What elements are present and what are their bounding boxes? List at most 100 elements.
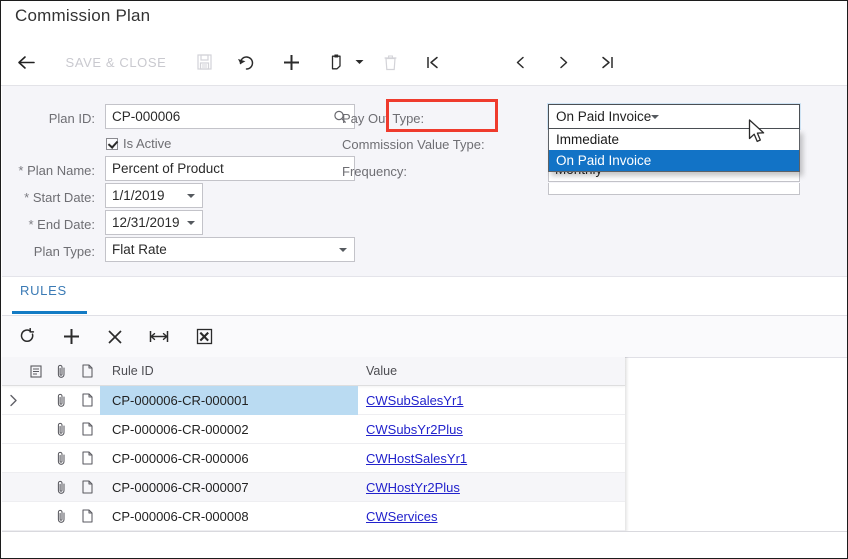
plus-icon: [62, 327, 81, 346]
pay-out-type-label: Pay Out Type:: [342, 111, 425, 126]
grid-add-row-button[interactable]: [54, 316, 88, 357]
required-marker: *: [18, 163, 24, 178]
plan-name-input[interactable]: Percent of Product: [105, 156, 355, 181]
grid-header-rule-id[interactable]: Rule ID: [100, 357, 358, 385]
row-expand-spacer: [2, 444, 24, 472]
end-date-label-text: End Date:: [37, 217, 95, 232]
save-and-close-button[interactable]: SAVE & CLOSE: [51, 39, 181, 85]
value-link[interactable]: CWSubsYr2Plus: [366, 422, 463, 437]
notes-icon[interactable]: [24, 357, 48, 385]
tab-rules[interactable]: RULES: [20, 283, 67, 298]
value-link[interactable]: CWServices: [366, 509, 438, 524]
back-button[interactable]: [9, 39, 43, 85]
cell-rule-id[interactable]: CP-000006-CR-000001: [100, 385, 358, 415]
undo-button[interactable]: [229, 39, 263, 85]
save-and-close-label: SAVE & CLOSE: [65, 54, 167, 70]
table-row[interactable]: CP-000006-CR-000002 CWSubsYr2Plus: [2, 415, 625, 444]
plan-name-value: Percent of Product: [112, 161, 224, 176]
table-row[interactable]: CP-000006-CR-000006 CWHostSalesYr1: [2, 444, 625, 473]
table-row[interactable]: CP-000006-CR-000001 CWSubSalesYr1: [2, 385, 625, 415]
grid-right-shadow: [625, 357, 629, 531]
file-icon[interactable]: [74, 357, 100, 385]
value-link[interactable]: CWHostYr2Plus: [366, 480, 460, 495]
row-expand-spacer: [2, 502, 24, 530]
cell-rule-id[interactable]: CP-000006-CR-000002: [100, 415, 358, 443]
row-notes-spacer: [24, 415, 48, 443]
row-notes-spacer: [24, 444, 48, 472]
first-record-button[interactable]: [415, 39, 449, 85]
plan-type-select[interactable]: Flat Rate: [105, 237, 355, 262]
plan-id-input[interactable]: CP-000006: [105, 104, 355, 129]
grid-fit-columns-button[interactable]: [142, 316, 176, 357]
file-icon[interactable]: [74, 386, 100, 414]
commission-value-type-select[interactable]: [548, 183, 800, 195]
row-expand-button[interactable]: [2, 386, 24, 414]
row-expand-spacer: [2, 415, 24, 443]
commission-value-type-label: Commission Value Type:: [342, 137, 485, 152]
paperclip-icon[interactable]: [48, 357, 74, 385]
paperclip-icon[interactable]: [48, 386, 74, 414]
file-icon[interactable]: [74, 473, 100, 501]
row-notes-spacer: [24, 386, 48, 414]
chevron-down-icon[interactable]: [339, 247, 347, 252]
cell-value[interactable]: CWSubsYr2Plus: [358, 415, 623, 443]
cell-value[interactable]: CWHostYr2Plus: [358, 473, 623, 501]
cell-value[interactable]: CWServices: [358, 502, 623, 530]
cell-rule-id[interactable]: CP-000006-CR-000007: [100, 473, 358, 501]
frequency-label: Frequency:: [342, 164, 408, 179]
table-row[interactable]: CP-000006-CR-000008 CWServices: [2, 502, 625, 531]
undo-icon: [237, 54, 256, 71]
grid-export-to-excel-button[interactable]: [187, 316, 221, 357]
cell-value[interactable]: CWHostSalesYr1: [358, 444, 623, 472]
grid-header-value[interactable]: Value: [358, 357, 623, 385]
trash-icon: [383, 54, 398, 71]
end-date-input[interactable]: 12/31/2019: [105, 210, 203, 235]
plan-id-label: Plan ID:: [48, 111, 95, 126]
delete-record-button[interactable]: [373, 39, 407, 85]
table-row[interactable]: CP-000006-CR-000007 CWHostYr2Plus: [2, 473, 625, 502]
previous-record-icon: [513, 55, 528, 70]
rules-grid: Rule ID Value CP-000006-CR-000001 CWSubS…: [2, 357, 625, 531]
plan-type-label: Plan Type:: [33, 244, 95, 259]
chevron-down-icon[interactable]: [651, 114, 660, 119]
file-icon[interactable]: [74, 502, 100, 530]
chevron-down-icon[interactable]: [187, 220, 195, 225]
chevron-down-icon[interactable]: [187, 193, 195, 198]
last-record-button[interactable]: [590, 39, 624, 85]
checkbox-check-icon: [106, 137, 118, 150]
dropdown-option-on-paid-invoice[interactable]: On Paid Invoice: [549, 150, 799, 171]
save-button[interactable]: [187, 39, 221, 85]
value-link[interactable]: CWHostSalesYr1: [366, 451, 467, 466]
grid-delete-row-button[interactable]: [98, 316, 132, 357]
cell-value[interactable]: CWSubSalesYr1: [358, 386, 623, 414]
paperclip-icon[interactable]: [48, 444, 74, 472]
close-x-icon: [107, 329, 123, 345]
mouse-cursor: [748, 119, 766, 145]
next-record-button[interactable]: [546, 39, 580, 85]
paperclip-icon[interactable]: [48, 502, 74, 530]
cell-rule-id[interactable]: CP-000006-CR-000008: [100, 502, 358, 530]
paperclip-icon[interactable]: [48, 473, 74, 501]
paperclip-icon[interactable]: [48, 415, 74, 443]
tab-active-indicator: [12, 311, 87, 314]
add-new-record-button[interactable]: [273, 39, 309, 85]
grid-refresh-button[interactable]: [10, 316, 44, 357]
form-toolbar: SAVE & CLOSE: [1, 39, 847, 86]
required-marker: *: [28, 217, 34, 232]
last-record-icon: [600, 55, 615, 70]
value-link[interactable]: CWSubSalesYr1: [366, 393, 464, 408]
file-icon[interactable]: [74, 444, 100, 472]
clipboard-icon: [330, 53, 344, 71]
start-date-input[interactable]: 1/1/2019: [105, 183, 203, 208]
start-date-value: 1/1/2019: [112, 188, 165, 203]
copy-record-dropdown-button[interactable]: [349, 39, 369, 85]
start-date-label-text: Start Date:: [32, 190, 95, 205]
copy-record-button[interactable]: [323, 39, 351, 85]
file-icon[interactable]: [74, 415, 100, 443]
cell-rule-id[interactable]: CP-000006-CR-000006: [100, 444, 358, 472]
refresh-icon: [19, 328, 36, 345]
row-notes-spacer: [24, 473, 48, 501]
is-active-checkbox[interactable]: Is Active: [106, 136, 171, 151]
previous-record-button[interactable]: [503, 39, 537, 85]
plan-type-value: Flat Rate: [112, 242, 167, 257]
